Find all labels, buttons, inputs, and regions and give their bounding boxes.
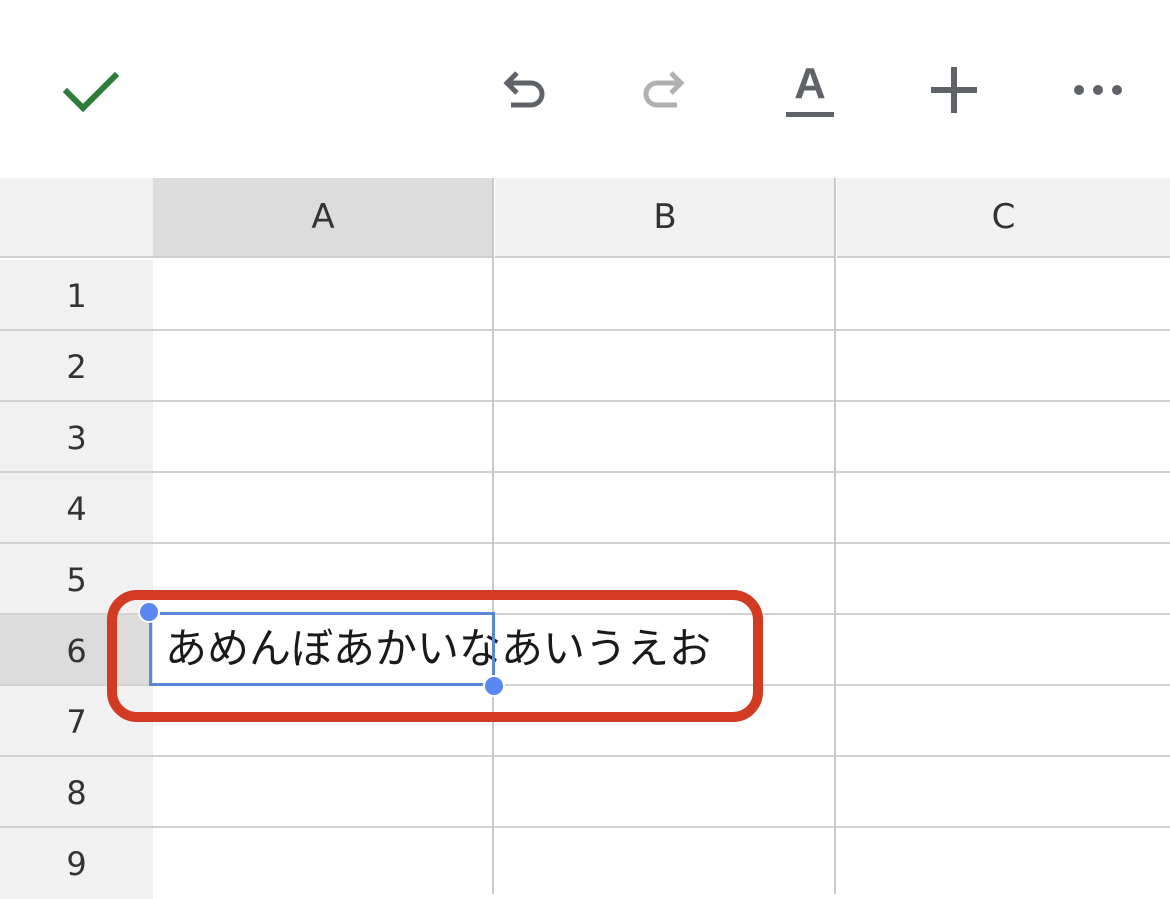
grid-line — [0, 400, 1170, 402]
select-all-corner[interactable] — [0, 178, 153, 258]
column-header-b[interactable]: B — [495, 178, 835, 258]
row-header-8[interactable]: 8 — [0, 757, 153, 828]
row-header-3[interactable]: 3 — [0, 402, 153, 473]
insert-button[interactable] — [922, 58, 986, 122]
redo-button[interactable] — [632, 58, 698, 124]
grid-line — [0, 542, 1170, 544]
grid-line — [0, 755, 1170, 757]
annotation-highlight — [107, 590, 763, 722]
edit-toolbar: A — [0, 0, 1170, 178]
plus-icon — [931, 67, 977, 113]
row-header-1[interactable]: 1 — [0, 260, 153, 331]
checkmark-icon — [62, 71, 120, 113]
row-header-4[interactable]: 4 — [0, 473, 153, 544]
done-button[interactable] — [55, 60, 127, 124]
undo-icon — [503, 71, 545, 108]
grid-line — [0, 471, 1170, 473]
grid-line — [492, 178, 494, 894]
row-header-2[interactable]: 2 — [0, 331, 153, 402]
grid-line — [834, 178, 836, 894]
spreadsheet-grid: A B C 1 2 3 4 5 6 7 8 9 あめんぼあかいなあいうえお — [0, 178, 1170, 899]
grid-line — [0, 329, 1170, 331]
undo-button[interactable] — [490, 58, 556, 124]
redo-icon — [643, 71, 685, 108]
more-button[interactable] — [1066, 70, 1130, 110]
more-horizontal-icon — [1074, 85, 1122, 95]
column-header-a[interactable]: A — [153, 178, 493, 258]
text-format-button[interactable]: A — [780, 58, 840, 120]
grid-line — [0, 826, 1170, 828]
column-header-c[interactable]: C — [837, 178, 1170, 258]
text-format-icon: A — [794, 58, 826, 108]
row-header-9[interactable]: 9 — [0, 828, 153, 899]
text-format-underline — [786, 111, 834, 117]
